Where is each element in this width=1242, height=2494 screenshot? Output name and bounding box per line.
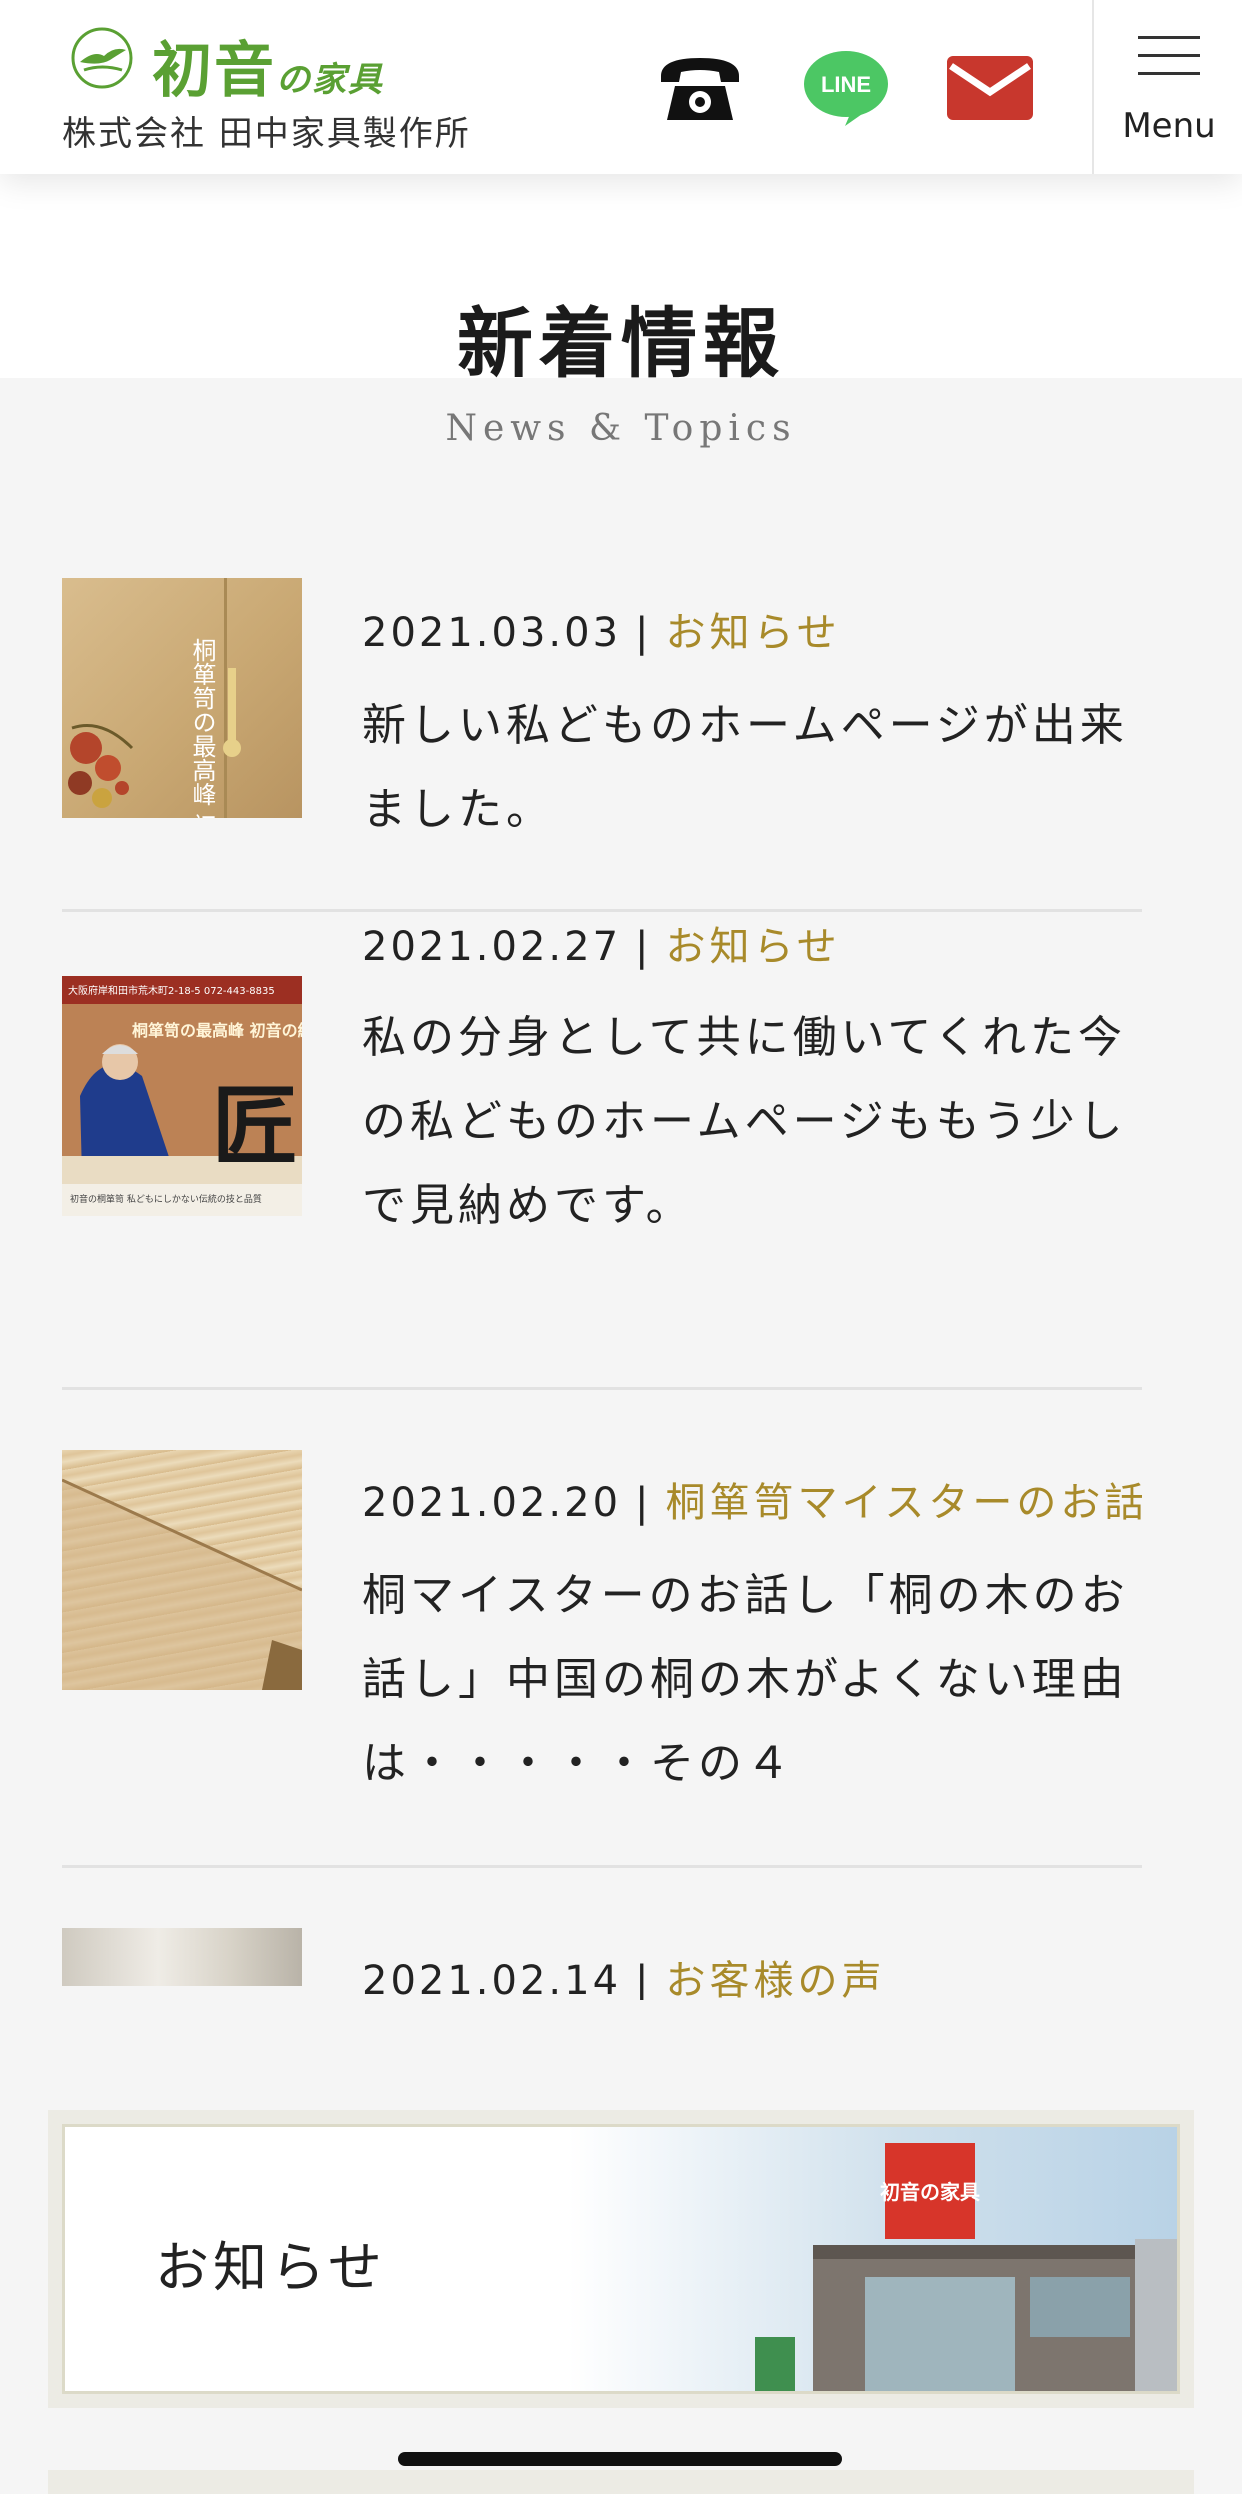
svg-text:大阪府岸和田市荒木町2-18-5 072-443-8835: 大阪府岸和田市荒木町2-18-5 072-443-8835 bbox=[68, 984, 275, 997]
phone-button[interactable] bbox=[652, 40, 748, 136]
menu-label: Menu bbox=[1122, 106, 1216, 146]
kiri-tansu-image: 桐箪笥の最高峰 初音の総桐箪 bbox=[68, 578, 241, 818]
news-category[interactable]: お知らせ bbox=[666, 610, 841, 656]
news-item[interactable]: 桐箪笥の最高峰 初音の総桐箪 2021.03.03 | お知らせ 新しい私どものホー… bbox=[62, 540, 1142, 912]
news-meta: 2021.02.20 | 桐箪笥マイスターのお話 bbox=[362, 1470, 1142, 1528]
news-title[interactable]: 私の分身として共に働いてくれた今の私どものホームページももう少しで見納めです。 bbox=[362, 996, 1142, 1248]
news-date: 2021.02.14 bbox=[362, 1958, 622, 2000]
news-category[interactable]: お知らせ bbox=[666, 924, 841, 970]
crane-logo-icon bbox=[71, 27, 133, 89]
mail-button[interactable] bbox=[942, 40, 1038, 136]
news-date: 2021.02.27 bbox=[362, 924, 622, 970]
news-item[interactable]: 2021.02.20 | 桐箪笥マイスターのお話 桐マイスターのお話し「桐の木のお話… bbox=[62, 1390, 1142, 1868]
page-title: 新着情報 bbox=[457, 299, 785, 388]
craftsman-poster-image: 大阪府岸和田市荒木町2-18-5 072-443-8835 桐箪笥の最高峰 初音… bbox=[62, 976, 302, 1205]
news-meta: 2021.02.14 | お客様の声 bbox=[362, 1948, 886, 2000]
news-title[interactable]: 新しい私どものホームページが出来ました。 bbox=[362, 684, 1142, 852]
menu-button[interactable]: Menu bbox=[1092, 0, 1242, 174]
news-list: 桐箪笥の最高峰 初音の総桐箪 2021.03.03 | お知らせ 新しい私どものホー… bbox=[62, 540, 1142, 2000]
news-meta: 2021.02.27 | お知らせ bbox=[362, 924, 841, 970]
news-date: 2021.02.20 bbox=[362, 1480, 622, 1526]
logo-brand-text: 初音の家具 bbox=[152, 36, 384, 106]
company-name: 株式会社 田中家具製作所 bbox=[62, 114, 471, 154]
site-logo[interactable]: 初音の家具 株式会社 田中家具製作所 bbox=[62, 22, 502, 154]
mail-icon bbox=[947, 56, 1033, 120]
news-thumbnail bbox=[62, 1928, 302, 1986]
next-banner-edge bbox=[48, 2470, 1194, 2494]
svg-text:桐箪笥の最高峰 初音の総桐箪笥: 桐箪笥の最高峰 初音の総桐箪笥 bbox=[132, 1021, 302, 1040]
news-item[interactable]: 2021.02.14 | お客様の声 bbox=[62, 1868, 1142, 2000]
news-title[interactable]: 桐マイスターのお話し「桐の木のお話し」中国の桐の木がよくない理由は・・・・・その… bbox=[362, 1554, 1142, 1806]
info-banner-wrap: 初音の家具 お知らせ bbox=[48, 2110, 1194, 2408]
svg-text:桐箪笥の最高峰 初音の総桐箪: 桐箪笥の最高峰 初音の総桐箪 bbox=[188, 638, 216, 818]
svg-text:LINE: LINE bbox=[821, 72, 871, 97]
news-category[interactable]: お客様の声 bbox=[666, 1958, 886, 2000]
news-category[interactable]: 桐箪笥マイスターのお話 bbox=[666, 1480, 1142, 1526]
banner-label: お知らせ bbox=[155, 2236, 386, 2299]
news-meta: 2021.03.03 | お知らせ bbox=[362, 610, 841, 656]
hamburger-icon bbox=[1138, 36, 1200, 76]
news-date: 2021.03.03 bbox=[362, 610, 622, 656]
news-thumbnail: 桐箪笥の最高峰 初音の総桐箪 bbox=[62, 578, 302, 818]
site-header: 初音の家具 株式会社 田中家具製作所 LINE Menu bbox=[0, 0, 1242, 174]
svg-text:匠: 匠 bbox=[212, 1076, 298, 1177]
line-button[interactable]: LINE bbox=[798, 40, 894, 136]
info-banner[interactable]: 初音の家具 お知らせ bbox=[62, 2124, 1180, 2394]
svg-text:初音の桐箪笥 私どもにしかない伝統の技と品質: 初音の桐箪笥 私どもにしかない伝統の技と品質 bbox=[70, 1193, 262, 1205]
line-icon: LINE bbox=[804, 51, 888, 126]
news-thumbnail bbox=[62, 1450, 302, 1690]
news-thumbnail: 大阪府岸和田市荒木町2-18-5 072-443-8835 桐箪笥の最高峰 初音… bbox=[62, 976, 302, 1216]
svg-text:初音の家具: 初音の家具 bbox=[880, 2180, 980, 2204]
home-indicator[interactable] bbox=[398, 2452, 842, 2466]
page-subtitle: News & Topics bbox=[445, 408, 797, 449]
phone-icon bbox=[661, 58, 739, 120]
paulownia-wood-image bbox=[62, 1478, 302, 1690]
news-item[interactable]: 大阪府岸和田市荒木町2-18-5 072-443-8835 桐箪笥の最高峰 初音… bbox=[62, 912, 1142, 1390]
